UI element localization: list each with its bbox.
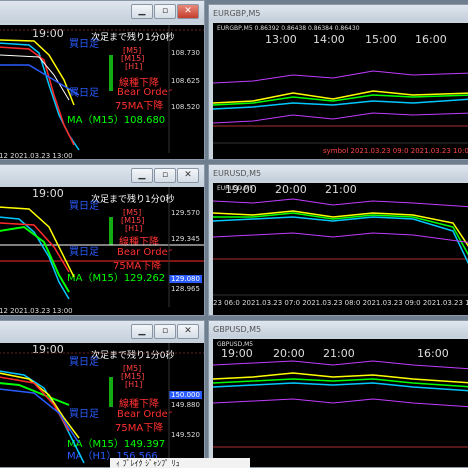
window-titlebar[interactable]: ▁ ▫ ✕: [0, 1, 204, 23]
window-titlebar[interactable]: EURGBP,M5: [209, 5, 468, 21]
chart-window-3[interactable]: ▁ ▫ ✕ 19:00 次足まで残り1分0秒 買日足 [M5] [M15] [H…: [0, 320, 205, 468]
close-button[interactable]: ✕: [177, 4, 199, 19]
chart-window-2[interactable]: ▁ ▫ ✕ 19:00 次足まで残り1分0秒 買日足 [M5] [M15] [H…: [0, 164, 205, 316]
chart-canvas[interactable]: 19:00 次足まで残り1分0秒 買日足 [M5] [M15] [H1] 線種下…: [0, 187, 204, 315]
window-title: EURUSD,M5: [213, 168, 262, 178]
minimize-button[interactable]: ▁: [131, 168, 153, 183]
chart-canvas[interactable]: EURGBP,M5 0.86392 0.86438 0.86384 0.8643…: [213, 23, 468, 159]
chart-lines: [0, 187, 204, 307]
restore-button[interactable]: ▫: [154, 4, 176, 19]
chart-lines: [213, 360, 468, 448]
window-titlebar[interactable]: ▁ ▫ ✕: [0, 321, 204, 343]
taskbar-text: ｨ ﾌﾞﾚｲｸ ｼﾞｬﾝﾌﾟ ﾘｭ: [116, 459, 180, 468]
window-titlebar[interactable]: ▁ ▫ ✕: [0, 165, 204, 187]
window-title: GBPUSD,M5: [213, 324, 262, 334]
minimize-button[interactable]: ▁: [131, 324, 153, 339]
chart-canvas[interactable]: EURUSD,M5 19:00 20:00 21:00 23 06:0 2021…: [213, 183, 468, 315]
window-title: EURGBP,M5: [213, 8, 261, 18]
chart-lines: [213, 70, 468, 144]
chart-window-1[interactable]: ▁ ▫ ✕ 19:00 次足まで残り1分0秒 買日足 [M5] [M15] [H…: [0, 0, 205, 160]
chart-canvas[interactable]: GBPUSD,M5 19:00 20:00 21:00 16:00: [213, 339, 468, 467]
taskbar: ｨ ﾌﾞﾚｲｸ ｼﾞｬﾝﾌﾟ ﾘｭ: [110, 458, 250, 468]
chart-window-eurusd[interactable]: EURUSD,M5 EURUSD,M5 19:00 20:00 21:00 23…: [208, 164, 468, 316]
chart-window-gbpusd[interactable]: GBPUSD,M5 GBPUSD,M5 19:00 20:00 21:00 16…: [208, 320, 468, 468]
window-titlebar[interactable]: GBPUSD,M5: [209, 321, 468, 337]
restore-button[interactable]: ▫: [154, 168, 176, 183]
close-button[interactable]: ✕: [177, 168, 199, 183]
chart-window-eurgbp[interactable]: EURGBP,M5 EURGBP,M5 0.86392 0.86438 0.86…: [208, 4, 468, 160]
minimize-button[interactable]: ▁: [131, 4, 153, 19]
close-button[interactable]: ✕: [177, 324, 199, 339]
window-titlebar[interactable]: EURUSD,M5: [209, 165, 468, 181]
chart-lines: [0, 343, 204, 467]
chart-canvas[interactable]: 19:00 次足まで残り1分0秒 買日足 [M5] [M15] [H1] 線種下…: [0, 343, 204, 467]
chart-canvas[interactable]: 19:00 次足まで残り1分0秒 買日足 [M5] [M15] [H1] 線種下…: [0, 25, 204, 159]
chart-lines: [0, 25, 204, 153]
chart-lines: [213, 198, 468, 296]
restore-button[interactable]: ▫: [154, 324, 176, 339]
